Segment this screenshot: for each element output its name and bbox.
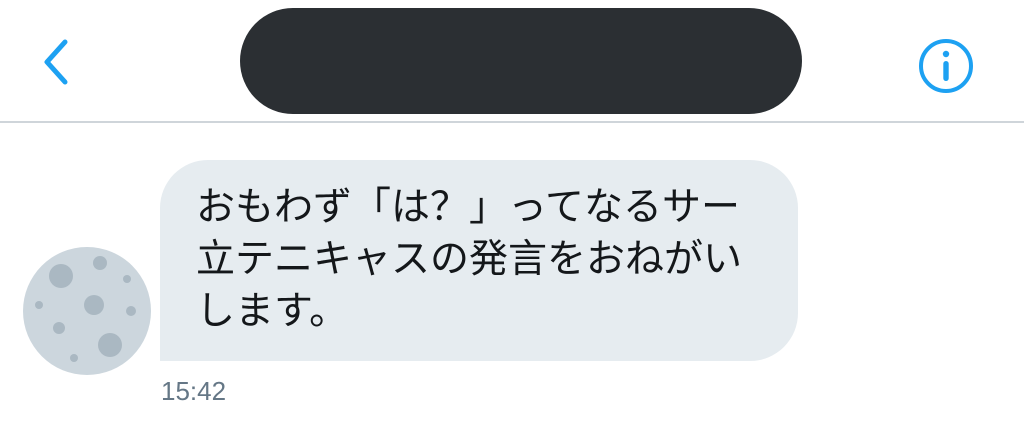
message-text-line: します。 (196, 289, 349, 334)
message-text-line: おもわず「は？」ってなるサー (196, 185, 741, 230)
info-circle-icon (919, 39, 973, 93)
message-text-line: 立テニキャスの発言をおねがい (196, 237, 743, 282)
chevron-left-icon (44, 39, 68, 85)
back-button[interactable] (28, 30, 84, 94)
message-bubble[interactable]: おもわず「は？」ってなるサー 立テニキャスの発言をおねがい します。 (160, 160, 798, 361)
dm-conversation-screen: おもわず「は？」ってなるサー 立テニキャスの発言をおねがい します。 15:42 (0, 0, 1024, 431)
avatar[interactable] (23, 247, 151, 375)
conversation-title-redacted[interactable] (240, 8, 802, 114)
moon-avatar-icon (23, 247, 151, 375)
message-row: おもわず「は？」ってなるサー 立テニキャスの発言をおねがい します。 15:42 (0, 123, 1024, 431)
message-timestamp: 15:42 (161, 376, 227, 406)
info-button[interactable] (916, 36, 976, 96)
conversation-header (0, 0, 1024, 123)
